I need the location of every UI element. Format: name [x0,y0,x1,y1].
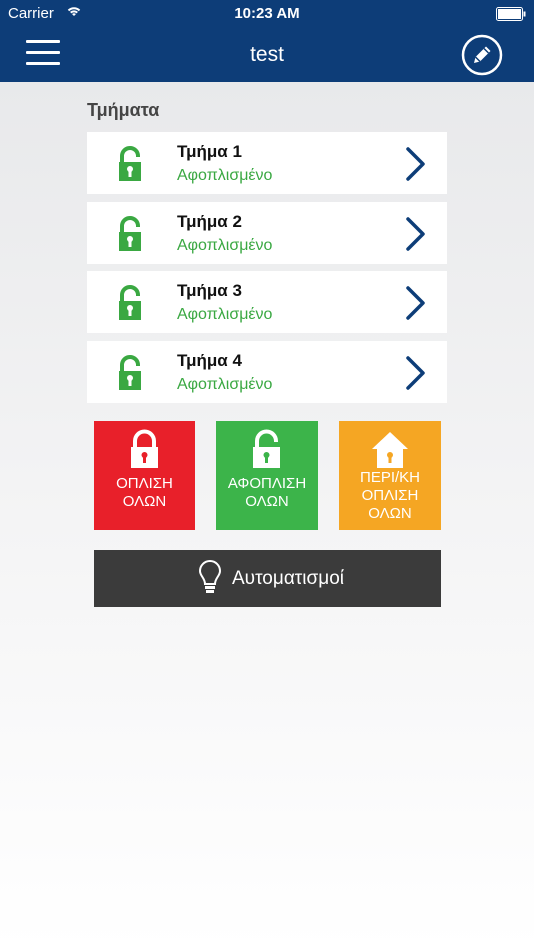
partition-name: Τμήμα 2 [177,212,242,231]
unlocked-padlock-icon [119,285,141,320]
partition-status: Αφοπλισμένο [177,306,273,323]
nav-bar: test [0,28,534,82]
unlocked-padlock-icon [119,216,141,251]
perimeter-arm-all-button[interactable]: ΠΕΡΙ/ΚΗ ΟΠΛΙΣΗ ΟΛΩΝ [339,421,441,530]
partition-status: Αφοπλισμένο [177,376,273,393]
arm-all-button[interactable]: ΟΠΛΙΣΗ ΟΛΩΝ [94,421,195,530]
partition-status: Αφοπλισμένο [177,167,273,184]
unlocked-padlock-icon [253,429,280,468]
perimeter-label-line3: ΟΛΩΝ [368,505,412,522]
house-icon [372,432,408,468]
unlocked-padlock-icon [119,355,141,390]
arm-all-label-line2: ΟΛΩΝ [122,493,167,510]
arm-all-label-line1: ΟΠΛΙΣΗ [116,475,173,492]
pencil-edit-icon[interactable] [461,34,503,76]
partition-status: Αφοπλισμένο [177,237,273,254]
partition-row-4[interactable]: Τμήμα 4 Αφοπλισμένο [87,341,447,403]
chevron-right-icon[interactable] [405,355,427,391]
chevron-right-icon[interactable] [405,146,427,182]
perimeter-label-line1: ΠΕΡΙ/ΚΗ [359,469,420,486]
partition-name: Τμήμα 3 [177,281,242,300]
disarm-all-label-line2: ΟΛΩΝ [245,493,289,510]
section-title: Τμήματα [87,100,160,120]
chevron-right-icon[interactable] [405,216,427,252]
battery-icon [496,7,526,21]
partition-name: Τμήμα 1 [177,142,242,161]
automations-label: Αυτοματισμοί [232,568,344,589]
status-bar: Carrier 10:23 AM [0,0,534,28]
automations-button[interactable]: Αυτοματισμοί [94,550,441,607]
disarm-all-button[interactable]: ΑΦΟΠΛΙΣΗ ΟΛΩΝ [216,421,318,530]
partition-row-3[interactable]: Τμήμα 3 Αφοπλισμένο [87,271,447,333]
partition-row-2[interactable]: Τμήμα 2 Αφοπλισμένο [87,202,447,264]
unlocked-padlock-icon [119,146,141,181]
locked-padlock-icon [131,429,158,468]
perimeter-label-line2: ΟΠΛΙΣΗ [361,487,419,504]
partition-name: Τμήμα 4 [177,351,242,370]
chevron-right-icon[interactable] [405,285,427,321]
lightbulb-icon [198,560,222,593]
clock: 10:23 AM [234,5,300,22]
disarm-all-label-line1: ΑΦΟΠΛΙΣΗ [227,475,307,492]
partition-row-1[interactable]: Τμήμα 1 Αφοπλισμένο [87,132,447,194]
page-title: test [250,43,284,66]
